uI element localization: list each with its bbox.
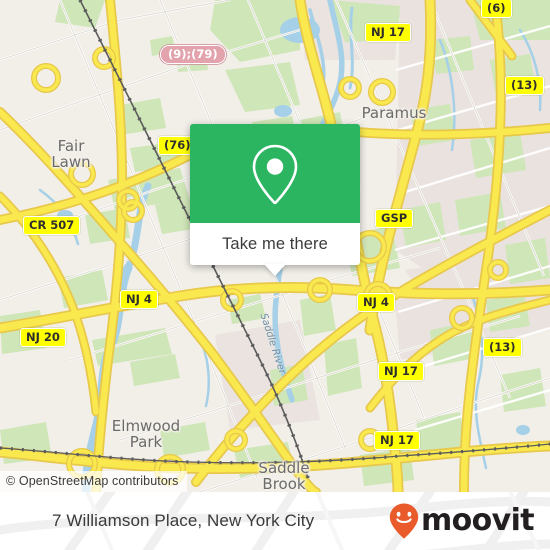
moovit-wordmark: moovit — [420, 503, 535, 538]
popup-cta[interactable]: Take me there — [190, 223, 360, 276]
road-shield: NJ 17 — [378, 362, 424, 381]
road-shield: NJ 4 — [357, 293, 395, 312]
road-shield: NJ 17 — [365, 23, 411, 42]
popup-tail — [264, 264, 286, 276]
road-shield: NJ 4 — [120, 290, 158, 309]
address-label: 7 Williamson Place, New York City — [52, 511, 315, 530]
map-pin-icon — [252, 144, 298, 204]
road-shield: (13) — [505, 76, 544, 95]
road-shield: NJ 17 — [374, 431, 420, 450]
take-me-there-popup[interactable]: Take me there — [190, 124, 360, 276]
popup-cta-label: Take me there — [222, 234, 328, 253]
osm-attribution[interactable]: © OpenStreetMap contributors — [0, 471, 187, 492]
road-shield: CR 507 — [23, 216, 81, 235]
moovit-map-share-card: Fair Lawn Paramus Elmwood Park Saddle Br… — [0, 0, 550, 550]
road-shield: (13) — [483, 338, 522, 357]
road-shield: NJ 20 — [20, 328, 66, 347]
moovit-logo[interactable]: moovit — [389, 503, 535, 539]
moovit-smiley-pin-icon — [389, 503, 419, 539]
footer-bar: 7 Williamson Place, New York City moovit — [0, 492, 550, 550]
popup-marker-area — [190, 124, 360, 223]
road-shield: GSP — [375, 209, 414, 228]
road-shield: (6) — [481, 0, 512, 18]
road-shield: (9);(79) — [160, 45, 226, 64]
